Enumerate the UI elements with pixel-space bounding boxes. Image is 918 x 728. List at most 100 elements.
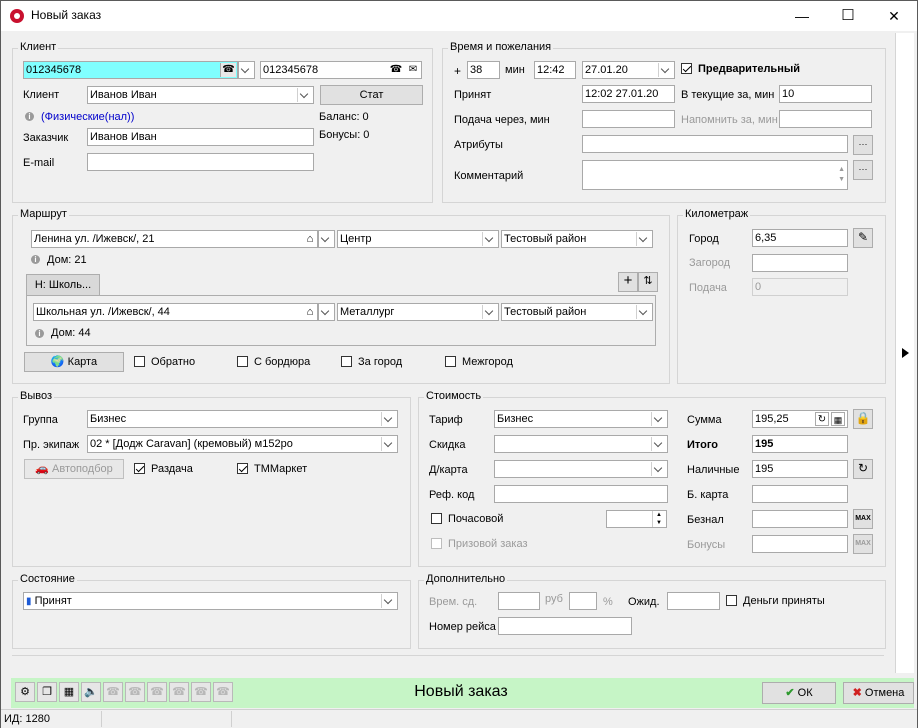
mileage-supply-input[interactable]: 0: [752, 278, 848, 296]
right-panel-strip[interactable]: [895, 33, 914, 673]
phone2-call-icon[interactable]: ☎: [389, 63, 403, 77]
dcard-combo[interactable]: [494, 460, 668, 478]
sms-icon[interactable]: ✉: [407, 64, 419, 76]
recalc-icon[interactable]: ↻: [815, 412, 829, 426]
to-district-combo[interactable]: Металлург: [337, 303, 499, 321]
bcard-input[interactable]: [752, 485, 848, 503]
from-address-dropdown[interactable]: [318, 230, 335, 248]
to-area-combo[interactable]: Тестовый район: [501, 303, 653, 321]
money-received-checkbox[interactable]: [726, 595, 737, 606]
home-icon[interactable]: ⌂: [303, 232, 317, 246]
minimize-button[interactable]: —: [779, 1, 825, 31]
refresh-cash-icon[interactable]: ↻: [853, 459, 873, 479]
tmmarket-checkbox[interactable]: [237, 463, 248, 474]
settings-icon[interactable]: ⚙: [15, 682, 35, 702]
sum-input[interactable]: 195,25 ↻ ▦: [752, 410, 848, 428]
autoselect-button[interactable]: 🚗 Автоподбор: [24, 459, 124, 479]
to-address-input[interactable]: Школьная ул. /Ижевск/, 44 ⌂: [33, 303, 318, 321]
supply-input[interactable]: [582, 110, 675, 128]
attributes-input[interactable]: [582, 135, 848, 153]
ok-button[interactable]: ✔ ОК: [762, 682, 836, 704]
bonus-max-button[interactable]: MAX: [853, 534, 873, 554]
comment-more-button[interactable]: ···: [853, 160, 873, 180]
mileage-city-input[interactable]: 6,35: [752, 229, 848, 247]
remind-input[interactable]: [779, 110, 872, 128]
call-hold-icon[interactable]: ☎: [191, 682, 211, 702]
from-district-combo[interactable]: Центр: [337, 230, 499, 248]
total-input[interactable]: 195: [752, 435, 848, 453]
maximize-button[interactable]: ☐: [825, 1, 871, 31]
tariff-combo[interactable]: Бизнес: [494, 410, 668, 428]
state-combo[interactable]: ▮ Принят: [23, 592, 398, 610]
calculator-tool-icon[interactable]: ▦: [59, 682, 79, 702]
map-button[interactable]: 🌍 Карта: [24, 352, 124, 372]
attributes-more-button[interactable]: ···: [853, 135, 873, 155]
extra-time-input[interactable]: [498, 592, 540, 610]
cash-input[interactable]: 195: [752, 460, 848, 478]
scroll-down-icon[interactable]: ▼: [838, 172, 845, 188]
bonus-input[interactable]: [752, 535, 848, 553]
mileage-outcity-input[interactable]: [752, 254, 848, 272]
client-combo[interactable]: Иванов Иван: [87, 86, 314, 104]
speaker-icon[interactable]: 🔈: [81, 682, 101, 702]
calculator-icon[interactable]: ▦: [831, 412, 845, 426]
phone-icon[interactable]: ☎: [220, 63, 236, 77]
back-checkbox[interactable]: [134, 356, 145, 367]
curb-checkbox[interactable]: [237, 356, 248, 367]
phone2-input[interactable]: 012345678 ☎ ✉: [260, 61, 422, 79]
current-input[interactable]: 10: [779, 85, 872, 103]
call-transfer-icon[interactable]: ☎: [169, 682, 189, 702]
spin-up-icon[interactable]: ▲: [652, 511, 665, 519]
crew-combo[interactable]: 02 * [Додж Caravan] (кремовый) м152ро: [87, 435, 398, 453]
noncash-max-button[interactable]: MAX: [853, 509, 873, 529]
call-end-icon[interactable]: ☎: [213, 682, 233, 702]
cancel-button[interactable]: ✖ Отмена: [843, 682, 914, 704]
hourly-checkbox[interactable]: [431, 513, 442, 524]
preliminary-checkbox[interactable]: [681, 63, 692, 74]
date-picker[interactable]: 27.01.20: [582, 61, 675, 79]
edit-mileage-icon[interactable]: ✎: [853, 228, 873, 248]
expand-arrow-icon[interactable]: [902, 348, 909, 358]
customer-input[interactable]: Иванов Иван: [87, 128, 314, 146]
phone1-dropdown[interactable]: [238, 61, 255, 79]
time-input[interactable]: 12:42: [534, 61, 576, 79]
swap-points-icon[interactable]: ⇅: [638, 272, 658, 292]
car-icon: 🚗: [35, 463, 49, 475]
ref-input[interactable]: [494, 485, 668, 503]
percent-input[interactable]: [569, 592, 597, 610]
to-address-dropdown[interactable]: [318, 303, 335, 321]
email-input[interactable]: [87, 153, 314, 171]
tab-route-point[interactable]: Н: Школь...: [26, 274, 100, 296]
outcity-checkbox[interactable]: [341, 356, 352, 367]
from-address-input[interactable]: Ленина ул. /Ижевск/, 21 ⌂: [31, 230, 318, 248]
copy-icon[interactable]: ❐: [37, 682, 57, 702]
hourly-spinner[interactable]: ▲ ▼: [606, 510, 667, 528]
info-icon: i: [25, 112, 34, 121]
from-area-combo[interactable]: Тестовый район: [501, 230, 653, 248]
stat-button[interactable]: Стат: [320, 85, 423, 105]
wait-input[interactable]: [667, 592, 720, 610]
add-point-icon[interactable]: +: [618, 272, 638, 292]
intercity-checkbox[interactable]: [445, 356, 456, 367]
call-driver-icon[interactable]: ☎: [125, 682, 145, 702]
call-client-icon[interactable]: ☎: [147, 682, 167, 702]
noncash-input[interactable]: [752, 510, 848, 528]
close-button[interactable]: ✕: [871, 1, 917, 31]
prize-checkbox[interactable]: [431, 538, 442, 549]
spin-down-icon[interactable]: ▼: [652, 519, 665, 527]
to-home-icon[interactable]: ⌂: [303, 305, 317, 319]
phone1-input[interactable]: 012345678 ☎: [23, 61, 238, 79]
comment-textarea[interactable]: ▲ ▼: [582, 160, 848, 190]
minutes-input[interactable]: 38: [467, 61, 500, 79]
noncash-label: Безнал: [687, 514, 724, 526]
accepted-input[interactable]: 12:02 27.01.20: [582, 85, 675, 103]
balance-text: Баланс: 0: [319, 111, 369, 123]
discount-combo[interactable]: [494, 435, 668, 453]
dispatch-group-combo[interactable]: Бизнес: [87, 410, 398, 428]
lock-icon[interactable]: 🔒: [853, 409, 873, 429]
flight-input[interactable]: [498, 617, 632, 635]
call-icon[interactable]: ☎: [103, 682, 123, 702]
payment-type-link[interactable]: (Физические(нал)): [41, 111, 134, 123]
handout-checkbox[interactable]: [134, 463, 145, 474]
mileage-supply-label: Подача: [689, 282, 727, 294]
